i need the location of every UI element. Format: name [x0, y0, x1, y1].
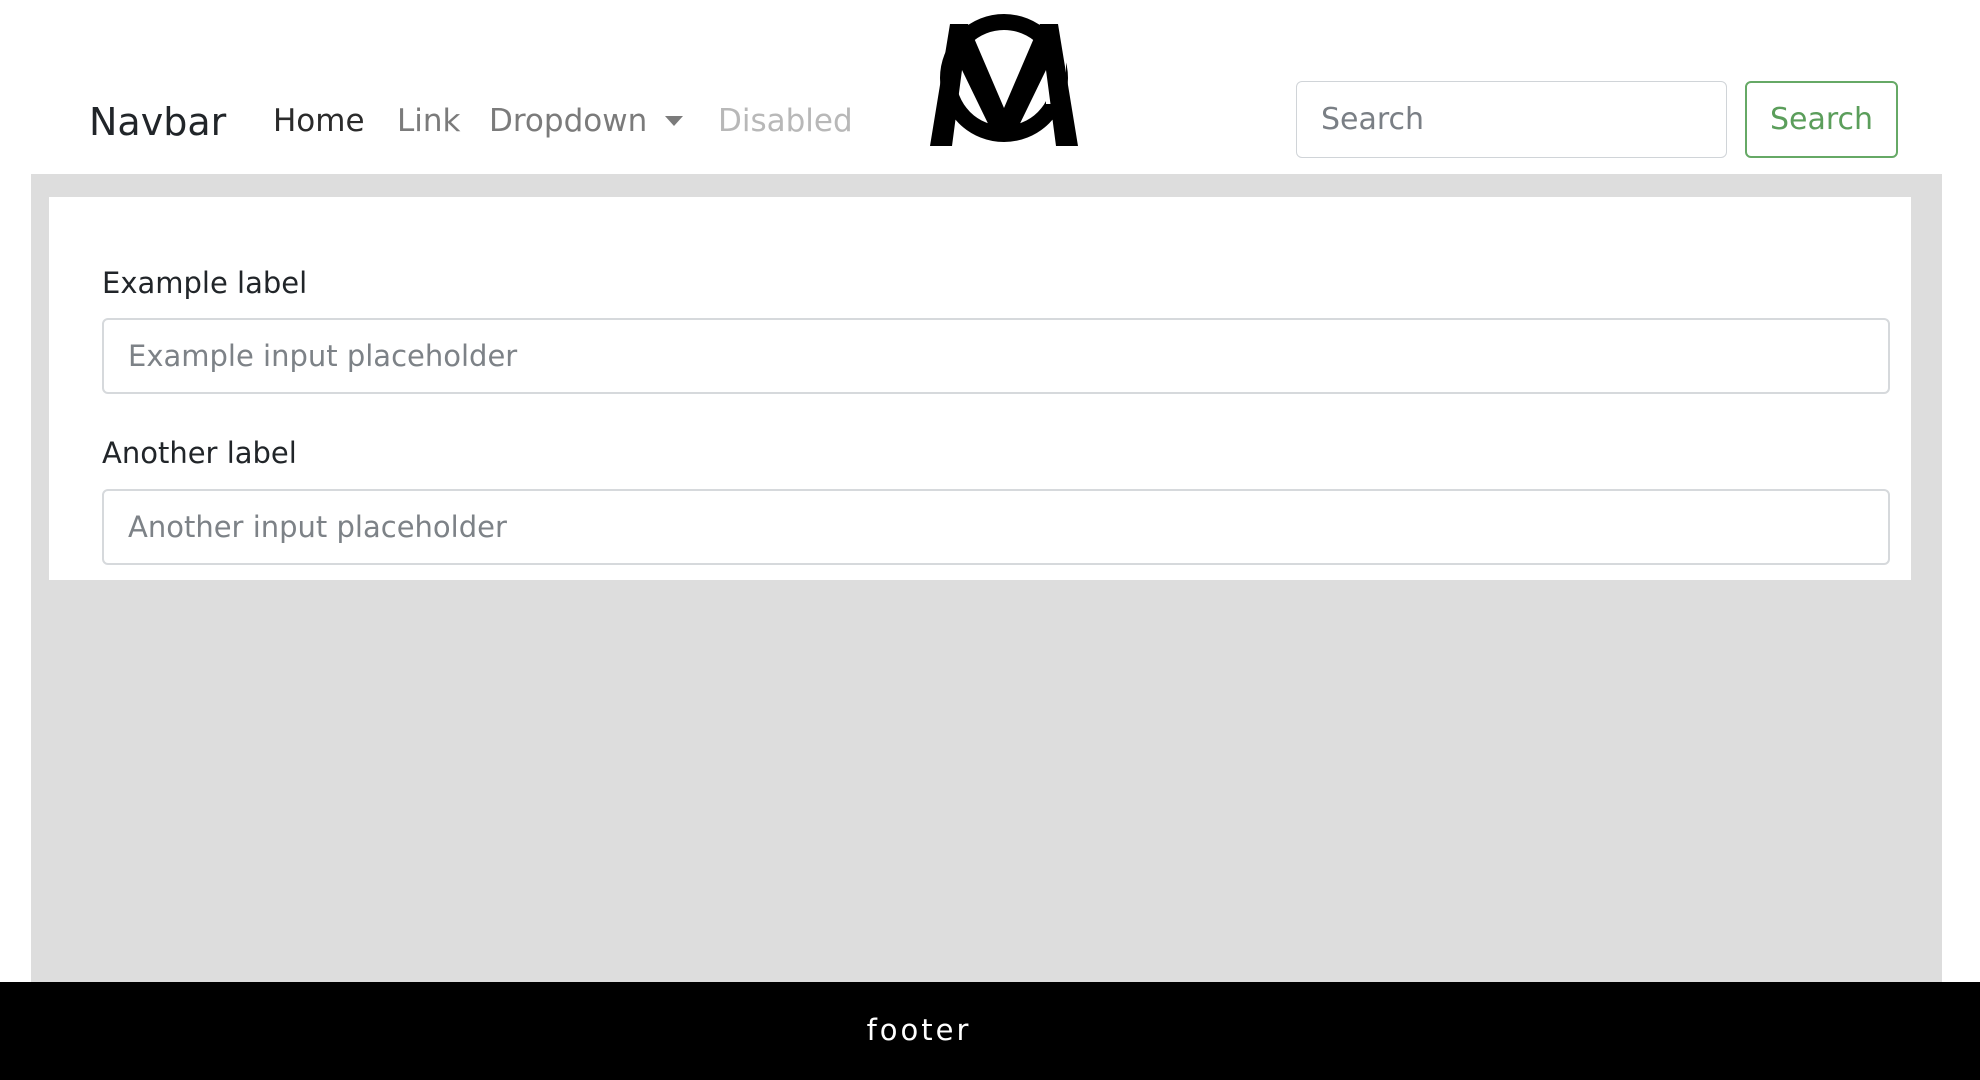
form-card: Example label Another label — [49, 197, 1911, 580]
nav-dropdown-toggle[interactable]: Dropdown — [489, 100, 684, 142]
footer-text: footer — [866, 1013, 972, 1047]
navbar-brand[interactable]: Navbar — [89, 96, 226, 148]
search-input[interactable] — [1296, 81, 1727, 158]
another-input[interactable] — [102, 489, 1890, 565]
nav-link-disabled: Disabled — [718, 103, 853, 139]
example-label: Example label — [102, 266, 308, 300]
another-label: Another label — [102, 436, 297, 470]
example-input[interactable] — [102, 318, 1890, 394]
footer: footer — [0, 982, 1980, 1080]
nav-link-link[interactable]: Link — [397, 100, 460, 142]
nav-link-home[interactable]: Home — [273, 100, 365, 142]
caret-down-icon — [665, 116, 684, 126]
nav-dropdown-label: Dropdown — [489, 103, 648, 139]
navbar: Navbar Home Link Dropdown Disabled Searc… — [0, 0, 1980, 174]
main-content: Example label Another label — [31, 174, 1942, 982]
cm-monogram-logo — [930, 14, 1078, 146]
page: Navbar Home Link Dropdown Disabled Searc… — [0, 0, 1980, 1080]
search-button[interactable]: Search — [1745, 81, 1898, 158]
